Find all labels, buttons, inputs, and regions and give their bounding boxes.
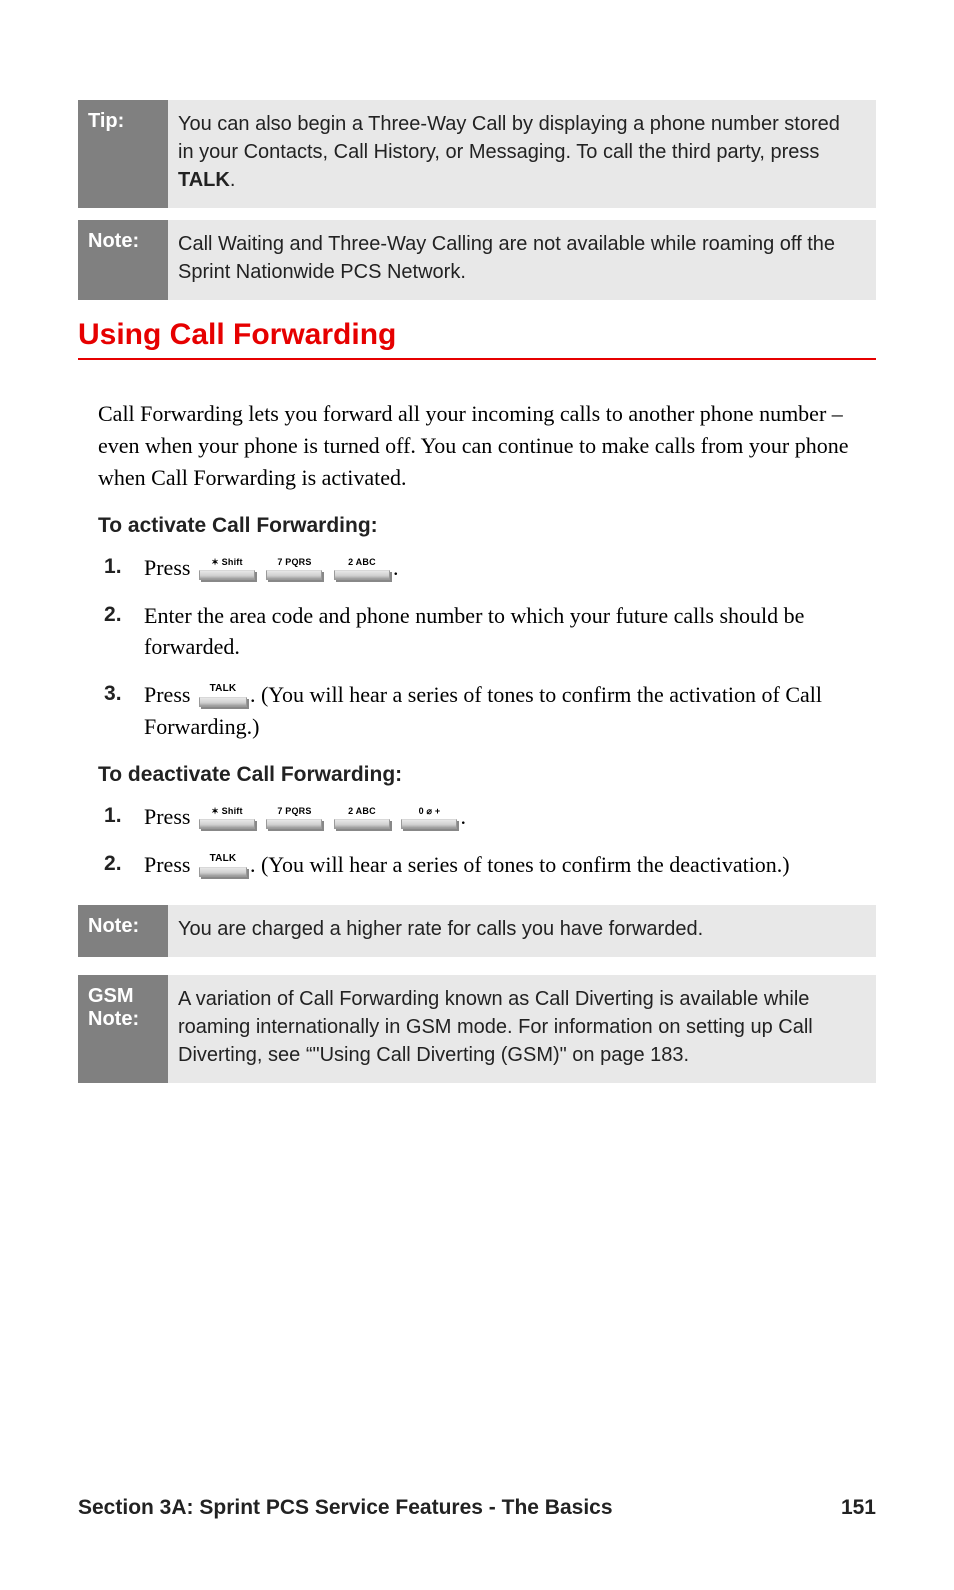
note2-label: Note: — [78, 905, 168, 957]
gsm-note-callout: GSM Note: A variation of Call Forwarding… — [78, 975, 876, 1083]
gsm-note-body: A variation of Call Forwarding known as … — [168, 975, 876, 1083]
tip-label: Tip: — [78, 100, 168, 208]
footer-page-number: 151 — [841, 1496, 876, 1520]
tip-text-after: . — [230, 169, 236, 191]
section-heading: Using Call Forwarding — [78, 318, 876, 360]
tip-bold: TALK — [178, 169, 230, 191]
key-star: ✶ Shift — [199, 560, 255, 580]
step-suffix: . — [393, 555, 399, 580]
step-text: Press — [144, 804, 196, 829]
activate-step-2: Enter the area code and phone number to … — [98, 600, 856, 664]
note-callout-1: Note: Call Waiting and Three-Way Calling… — [78, 220, 876, 300]
step-suffix: . (You will hear a series of tones to co… — [250, 852, 790, 877]
key-two: 2 ABC — [334, 809, 390, 829]
note1-body: Call Waiting and Three-Way Calling are n… — [168, 220, 876, 300]
key-two: 2 ABC — [334, 560, 390, 580]
step-text: Press — [144, 852, 196, 877]
deactivate-subheading: To deactivate Call Forwarding: — [98, 763, 876, 787]
step-text: Press — [144, 682, 196, 707]
tip-text-before: You can also begin a Three-Way Call by d… — [178, 113, 840, 163]
footer-section: Section 3A: Sprint PCS Service Features … — [78, 1496, 613, 1520]
tip-callout: Tip: You can also begin a Three-Way Call… — [78, 100, 876, 208]
deactivate-step-2: Press TALK. (You will hear a series of t… — [98, 849, 856, 881]
note1-label: Note: — [78, 220, 168, 300]
activate-steps: Press ✶ Shift 7 PQRS 2 ABC. Enter the ar… — [98, 552, 856, 743]
gsm-note-label: GSM Note: — [78, 975, 168, 1083]
note2-body: You are charged a higher rate for calls … — [168, 905, 876, 957]
key-talk: TALK — [199, 687, 247, 707]
step-text: Press — [144, 555, 196, 580]
step-suffix: . — [460, 804, 466, 829]
key-talk: TALK — [199, 857, 247, 877]
deactivate-step-1: Press ✶ Shift 7 PQRS 2 ABC 0 ⌀ +. — [98, 801, 856, 833]
activate-step-3: Press TALK. (You will hear a series of t… — [98, 679, 856, 743]
key-star: ✶ Shift — [199, 809, 255, 829]
activate-subheading: To activate Call Forwarding: — [98, 514, 876, 538]
tip-body: You can also begin a Three-Way Call by d… — [168, 100, 876, 208]
note-callout-2: Note: You are charged a higher rate for … — [78, 905, 876, 957]
intro-paragraph: Call Forwarding lets you forward all you… — [98, 398, 856, 494]
key-seven: 7 PQRS — [266, 560, 322, 580]
key-seven: 7 PQRS — [266, 809, 322, 829]
deactivate-steps: Press ✶ Shift 7 PQRS 2 ABC 0 ⌀ +. Press … — [98, 801, 856, 881]
activate-step-1: Press ✶ Shift 7 PQRS 2 ABC. — [98, 552, 856, 584]
key-zero: 0 ⌀ + — [401, 809, 457, 829]
page-footer: Section 3A: Sprint PCS Service Features … — [78, 1496, 876, 1520]
